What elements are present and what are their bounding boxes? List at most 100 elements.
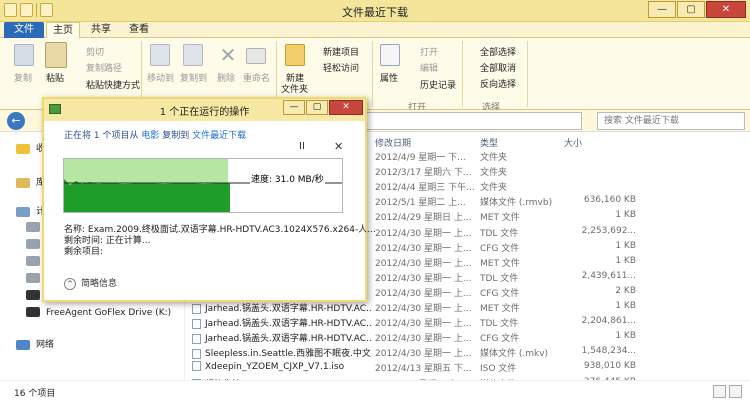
file-date: 2012/4/29 星期日 上...	[375, 213, 472, 224]
details-view-button[interactable]	[713, 385, 726, 398]
nav-item-freeagent-drive[interactable]: FreeAgent GoFlex Drive (K:)	[26, 307, 171, 318]
column-header-date[interactable]: 修改日期	[375, 136, 411, 149]
nav-item-network[interactable]: 网络	[16, 337, 54, 350]
file-type: 媒体文件 (.rmvb)	[480, 198, 553, 209]
ribbon-separator	[527, 41, 528, 107]
paste-button[interactable]: 粘贴	[46, 71, 64, 84]
drive-icon	[26, 290, 40, 300]
rename-button[interactable]: 重命名	[243, 71, 270, 84]
title-bar: 文件最近下载 — ▢ ✕	[0, 0, 750, 22]
select-none-button[interactable]: 全部取消	[480, 61, 516, 74]
dialog-maximize-button[interactable]: ▢	[306, 100, 328, 115]
close-button[interactable]: ✕	[706, 1, 746, 18]
file-type: TDL 文件	[480, 273, 519, 284]
file-date: 2012/4/30 星期一 上...	[375, 319, 472, 330]
file-type: TDL 文件	[480, 319, 519, 330]
ribbon-tabs: 文件 主页 共享 查看	[0, 22, 750, 39]
dialog-close-button[interactable]: ✕	[329, 100, 363, 115]
file-type: CFG 文件	[480, 243, 520, 254]
file-date: 2012/4/4 星期三 下午...	[375, 183, 475, 194]
nav-item-favorites[interactable]: 收	[16, 141, 45, 154]
nav-item-libraries[interactable]: 库	[16, 175, 45, 188]
file-name-text: Jarhead.锅盖头.双语字幕.HR-HDTV.AC...	[205, 334, 372, 345]
tab-file[interactable]: 文件	[4, 22, 44, 38]
pause-button[interactable]: II	[299, 141, 305, 152]
history-button[interactable]: 历史记录	[420, 78, 456, 91]
minimize-button[interactable]: —	[648, 1, 676, 18]
file-type: 文件夹	[480, 183, 508, 194]
tab-home[interactable]: 主页	[46, 22, 80, 39]
file-date: 2012/4/30 星期一 上...	[375, 334, 472, 345]
invert-selection-button[interactable]: 反向选择	[480, 77, 516, 90]
file-size: 1 KB	[615, 255, 636, 266]
delete-button[interactable]: 删除	[217, 71, 235, 84]
status-bar: 16 个项目	[0, 380, 750, 402]
file-name: Sleepless.in.Seattle.西雅图不眠夜.中文...	[192, 346, 372, 359]
file-name-text: Xdeepin_YZOEM_CJXP_V7.1.iso	[205, 361, 345, 372]
large-icons-view-button[interactable]	[729, 385, 742, 398]
file-name: Jarhead.锅盖头.双语字幕.HR-HDTV.AC...	[192, 301, 372, 314]
edit-button[interactable]: 编辑	[420, 61, 438, 74]
copy-prefix: 正在将 1 个项目从	[64, 131, 139, 141]
dialog-minimize-button[interactable]: —	[283, 100, 305, 115]
file-name: Xdeepin_YZOEM_CJXP_V7.1.iso	[192, 361, 372, 372]
paste-shortcut-button[interactable]: 粘贴快捷方式	[86, 78, 140, 91]
dialog-title-bar: 1 个正在运行的操作 — ▢ ✕	[44, 99, 365, 121]
file-name-text: Jarhead.锅盖头.双语字幕.HR-HDTV.AC...	[205, 319, 372, 330]
file-row[interactable]: Xdeepin_YZOEM_CJXP_V7.1.iso 2012/4/13 星期五…	[186, 361, 750, 376]
maximize-button[interactable]: ▢	[677, 1, 705, 18]
chevron-up-icon: ^	[64, 277, 76, 290]
file-row[interactable]: Sleepless.in.Seattle.西雅图不眠夜.中文... 2012/4/…	[186, 346, 750, 361]
destination-link[interactable]: 文件最近下载	[192, 131, 246, 141]
column-header-size[interactable]: 大小	[564, 136, 582, 149]
address-bar[interactable]	[360, 112, 582, 130]
search-input[interactable]: 搜索 文件最近下载	[597, 112, 745, 130]
file-type: CFG 文件	[480, 334, 520, 345]
new-folder-button-line2[interactable]: 文件夹	[281, 82, 308, 95]
column-header-type[interactable]: 类型	[480, 136, 498, 149]
file-icon	[192, 348, 201, 359]
file-row[interactable]: Jarhead.锅盖头.双语字幕.HR-HDTV.AC... 2012/4/30 …	[186, 301, 750, 316]
file-type: 文件夹	[480, 153, 508, 163]
cut-button[interactable]: 剪切	[86, 45, 104, 58]
less-info-label: 简略信息	[81, 279, 118, 289]
tab-view[interactable]: 查看	[122, 22, 156, 38]
copy-to-button[interactable]: 复制到	[180, 71, 207, 84]
ribbon-separator	[372, 41, 373, 107]
transfer-speed-graph: 速度: 31.0 MB/秒	[63, 158, 343, 213]
file-date: 2012/3/17 星期六 下...	[375, 168, 472, 179]
file-row[interactable]: Jarhead.锅盖头.双语字幕.HR-HDTV.AC... 2012/4/30 …	[186, 331, 750, 346]
properties-button[interactable]: 属性	[380, 71, 398, 84]
file-size: 2,204,861...	[581, 316, 636, 327]
source-link[interactable]: 电影	[141, 131, 159, 141]
easy-access-button[interactable]: 轻松访问	[323, 61, 359, 74]
copy-path-button[interactable]: 复制路径	[86, 61, 122, 74]
file-type: 文件夹	[480, 168, 508, 179]
window-controls: — ▢ ✕	[648, 1, 746, 18]
cancel-copy-button[interactable]: ✕	[334, 140, 343, 153]
open-button[interactable]: 打开	[420, 45, 438, 58]
file-type: MET 文件	[480, 304, 520, 314]
tab-share[interactable]: 共享	[84, 22, 118, 38]
speed-label: 速度: 31.0 MB/秒	[250, 172, 325, 185]
computer-icon	[16, 206, 30, 217]
file-size: 1 KB	[615, 301, 636, 311]
move-to-button[interactable]: 移动到	[147, 71, 174, 84]
file-type: ISO 文件	[480, 364, 517, 375]
copy-icon	[14, 44, 34, 66]
new-folder-icon	[285, 44, 305, 66]
less-info-toggle[interactable]: ^ 简略信息	[64, 276, 117, 290]
file-date: 2012/4/30 星期一 上...	[375, 228, 472, 239]
file-row[interactable]: Jarhead.锅盖头.双语字幕.HR-HDTV.AC... 2012/4/30 …	[186, 316, 750, 331]
new-item-button[interactable]: 新建项目	[323, 45, 359, 58]
nav-item-computer[interactable]: 计	[16, 204, 45, 217]
select-all-button[interactable]: 全部选择	[480, 45, 516, 58]
back-button[interactable]: ←	[7, 112, 25, 130]
copy-button[interactable]: 复制	[14, 71, 32, 84]
nav-item-label: 网络	[36, 340, 55, 350]
copy-to-icon	[183, 44, 203, 66]
drive-icon	[26, 307, 40, 317]
nav-item-label: FreeAgent GoFlex Drive (K:)	[46, 307, 172, 318]
file-size: 938,010 KB	[583, 361, 636, 372]
items-label: 剩余项目:	[64, 247, 104, 257]
